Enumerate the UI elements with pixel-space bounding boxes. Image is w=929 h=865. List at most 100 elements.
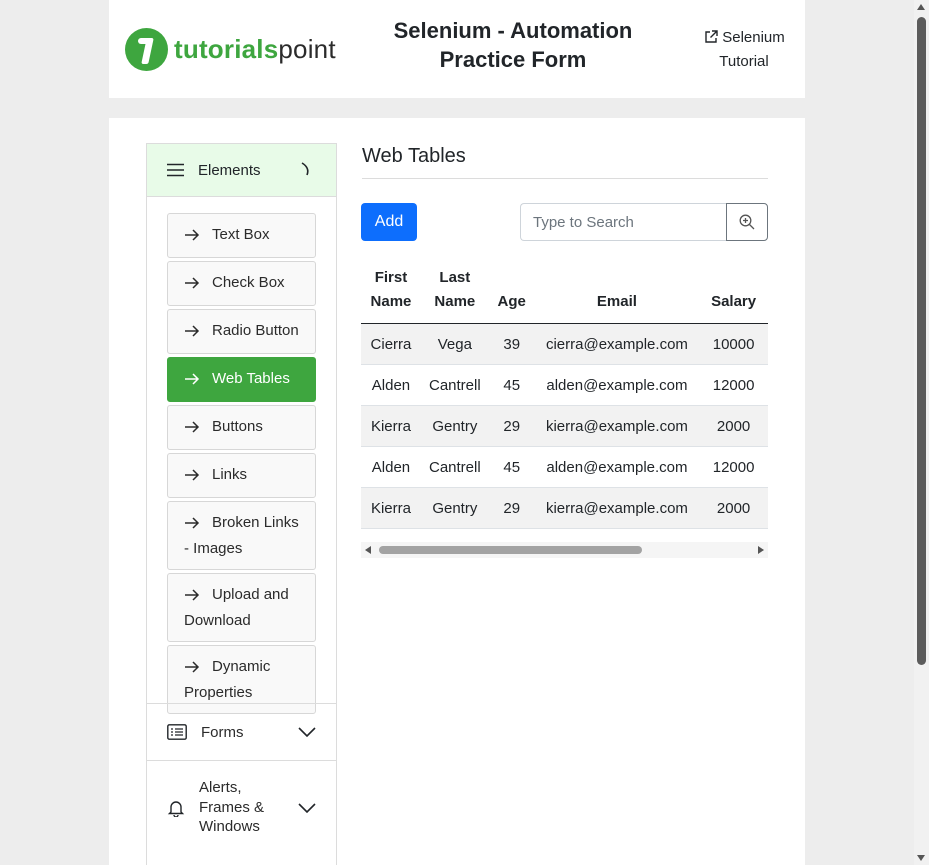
- cell-first-name: Kierra: [361, 405, 421, 447]
- page-title-line2: Practice Form: [439, 47, 587, 72]
- scroll-up-arrow-icon[interactable]: [917, 4, 925, 10]
- selenium-link-line1: Selenium: [722, 29, 785, 46]
- accordion-forms-header[interactable]: Forms: [147, 703, 336, 760]
- logo-text-primary: tutorials: [174, 34, 279, 64]
- cell-first-name: Kierra: [361, 487, 421, 529]
- sidebar-item-check-box[interactable]: Check Box: [167, 261, 316, 306]
- cell-last-name: Vega: [420, 323, 489, 365]
- arrow-right-icon: [184, 225, 204, 249]
- cell-salary: 2000: [699, 405, 768, 447]
- table-row: Kierra Gentry 29 kierra@example.com 2000: [361, 487, 768, 529]
- logo-mark-icon: [125, 28, 168, 71]
- cell-first-name: Alden: [361, 446, 421, 488]
- cell-age: 29: [488, 487, 535, 529]
- section-title: Web Tables: [362, 145, 466, 167]
- chevron-right-icon: [301, 162, 309, 176]
- cell-last-name: Cantrell: [420, 446, 489, 488]
- cell-email: kierra@example.com: [534, 405, 700, 447]
- sidebar-item-text-box[interactable]: Text Box: [167, 213, 316, 258]
- accordion-alerts-header[interactable]: Alerts, Frames & Windows: [147, 760, 336, 854]
- cell-salary: 2000: [699, 487, 768, 529]
- arrow-right-icon: [184, 585, 204, 609]
- page-vertical-scrollbar[interactable]: [914, 0, 929, 865]
- arrow-right-icon: [184, 657, 204, 681]
- sidebar-item-radio-button[interactable]: Radio Button: [167, 309, 316, 354]
- arrow-right-icon: [184, 369, 204, 393]
- scrollbar-thumb[interactable]: [379, 546, 642, 554]
- elements-menu: Text Box Check Box Radio Button Web Tabl…: [147, 197, 336, 714]
- arrow-right-icon: [184, 321, 204, 345]
- accordion-alerts-label: Alerts, Frames & Windows: [199, 779, 265, 836]
- cell-age: 45: [488, 364, 535, 406]
- cell-salary: 12000: [699, 364, 768, 406]
- sidebar-item-label: Buttons: [212, 418, 263, 435]
- hamburger-icon: [167, 163, 184, 177]
- sidebar-item-broken-links[interactable]: Broken Links - Images: [167, 501, 316, 570]
- cell-age: 39: [488, 323, 535, 365]
- search-input[interactable]: [520, 203, 727, 241]
- table-row: Alden Cantrell 45 alden@example.com 1200…: [361, 364, 768, 406]
- sidebar-item-label: Links: [212, 466, 248, 483]
- cell-salary: 12000: [699, 446, 768, 488]
- cell-last-name: Gentry: [420, 487, 489, 529]
- column-header-salary[interactable]: Salary: [699, 263, 768, 324]
- site-header: tutorialspoint Selenium - Automation Pra…: [109, 0, 805, 98]
- cell-email: alden@example.com: [534, 446, 700, 488]
- arrow-right-icon: [184, 417, 204, 441]
- sidebar-item-label: Radio Button: [212, 322, 299, 339]
- list-icon: [167, 724, 187, 740]
- cell-email: alden@example.com: [534, 364, 700, 406]
- arrow-right-icon: [184, 273, 204, 297]
- bell-icon: [167, 800, 185, 817]
- table-row: Kierra Gentry 29 kierra@example.com 2000: [361, 405, 768, 447]
- scroll-left-arrow-icon[interactable]: [365, 546, 371, 554]
- column-header-age[interactable]: Age: [488, 263, 535, 324]
- sidebar-item-buttons[interactable]: Buttons: [167, 405, 316, 450]
- sidebar-item-label: Web Tables: [212, 370, 290, 387]
- cell-last-name: Cantrell: [420, 364, 489, 406]
- page-title-line1: Selenium - Automation: [393, 18, 633, 43]
- table-header-row: First Name Last Name Age Email Salary: [361, 263, 768, 324]
- cell-age: 29: [488, 405, 535, 447]
- main-card: Elements Text Box Check Box Radio Button…: [109, 118, 805, 865]
- column-header-first-name[interactable]: First Name: [361, 263, 421, 324]
- accordion-forms-label: Forms: [201, 723, 244, 741]
- scroll-right-arrow-icon[interactable]: [758, 546, 764, 554]
- column-header-last-name[interactable]: Last Name: [420, 263, 489, 324]
- sidebar-item-links[interactable]: Links: [167, 453, 316, 498]
- cell-first-name: Alden: [361, 364, 421, 406]
- external-link-icon: [705, 30, 718, 43]
- web-table-container: First Name Last Name Age Email Salary Ci…: [361, 263, 768, 529]
- arrow-right-icon: [184, 513, 204, 537]
- chevron-down-icon: [298, 802, 316, 813]
- accordion-elements-header[interactable]: Elements: [147, 144, 336, 197]
- cell-age: 45: [488, 446, 535, 488]
- cell-first-name: Cierra: [361, 323, 421, 365]
- search-button[interactable]: [726, 203, 768, 241]
- table-horizontal-scrollbar[interactable]: [361, 542, 768, 558]
- tutorialspoint-logo[interactable]: tutorialspoint: [125, 28, 336, 71]
- sidebar-item-upload-download[interactable]: Upload and Download: [167, 573, 316, 642]
- sidebar-item-label: Text Box: [212, 226, 270, 243]
- arrow-right-icon: [184, 465, 204, 489]
- table-row: Cierra Vega 39 cierra@example.com 10000: [361, 323, 768, 365]
- add-button[interactable]: Add: [361, 203, 417, 241]
- scrollbar-thumb[interactable]: [917, 17, 926, 665]
- selenium-tutorial-link[interactable]: Selenium Tutorial: [689, 26, 799, 74]
- sidebar: Elements Text Box Check Box Radio Button…: [146, 143, 337, 865]
- accordion-elements-label: Elements: [198, 161, 261, 179]
- title-divider: [362, 178, 768, 179]
- sidebar-item-web-tables[interactable]: Web Tables: [167, 357, 316, 402]
- scroll-down-arrow-icon[interactable]: [917, 855, 925, 861]
- page-title: Selenium - Automation Practice Form: [377, 16, 649, 74]
- chevron-down-icon: [298, 727, 316, 737]
- cell-email: cierra@example.com: [534, 323, 700, 365]
- logo-text-secondary: point: [278, 34, 336, 64]
- selenium-link-line2: Tutorial: [719, 53, 769, 70]
- table-row: Alden Cantrell 45 alden@example.com 1200…: [361, 446, 768, 488]
- zoom-in-icon: [739, 214, 755, 230]
- cell-email: kierra@example.com: [534, 487, 700, 529]
- cell-salary: 10000: [699, 323, 768, 365]
- column-header-email[interactable]: Email: [534, 263, 700, 324]
- web-table: First Name Last Name Age Email Salary Ci…: [361, 263, 768, 529]
